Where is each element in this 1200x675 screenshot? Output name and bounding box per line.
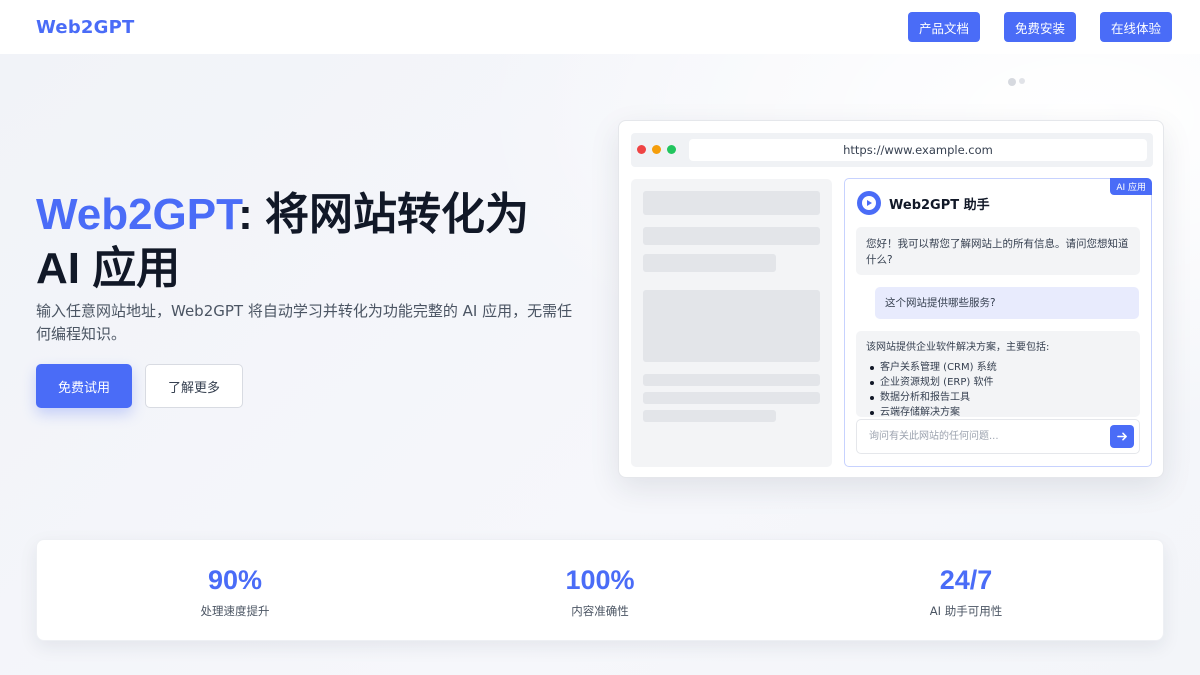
stat-value: 100% — [565, 565, 635, 595]
list-item: 云端存储解决方案 — [866, 405, 1130, 417]
list-item: 客户关系管理 (CRM) 系统 — [866, 360, 1130, 375]
list-item: 数据分析和报告工具 — [866, 390, 1130, 405]
stat-accuracy: 100% 内容准确性 — [500, 564, 700, 619]
skeleton-line — [643, 392, 820, 404]
nav-actions: 产品文档 免费安装 在线体验 — [908, 12, 1172, 42]
chat-title: Web2GPT 助手 — [889, 197, 990, 213]
arrow-right-icon — [1116, 432, 1127, 441]
learn-more-button[interactable]: 了解更多 — [145, 364, 243, 408]
window-minimize-dot — [652, 145, 661, 154]
hero-title: Web2GPT: 将网站转化为 AI 应用 — [36, 188, 596, 296]
window-close-dot — [637, 145, 646, 154]
chat-input[interactable]: 询问有关此网站的任何问题... — [856, 419, 1140, 454]
browser-mockup: https://www.example.com AI 应用 Web2GPT 助手… — [618, 120, 1164, 478]
send-button[interactable] — [1110, 425, 1134, 448]
chat-input-placeholder: 询问有关此网站的任何问题... — [869, 431, 999, 442]
website-skeleton — [631, 179, 832, 467]
window-maximize-dot — [667, 145, 676, 154]
brand-logo[interactable]: Web2GPT — [36, 17, 134, 38]
bot-answer-list: 客户关系管理 (CRM) 系统 企业资源规划 (ERP) 软件 数据分析和报告工… — [866, 360, 1130, 417]
hero-description: 输入任意网站地址，Web2GPT 将自动学习并转化为功能完整的 AI 应用，无需… — [36, 302, 573, 343]
bot-message: 您好！我可以帮您了解网站上的所有信息。请问您想知道什么? — [856, 227, 1140, 275]
hero-title-line1: : 将网站转化为 — [238, 190, 530, 239]
top-nav: Web2GPT 产品文档 免费安装 在线体验 — [0, 0, 1200, 54]
hero-title-line2: AI 应用 — [36, 244, 181, 293]
decorative-dots — [1008, 78, 1025, 86]
ai-chat-panel: AI 应用 Web2GPT 助手 您好！我可以帮您了解网站上的所有信息。请问您想… — [844, 178, 1152, 467]
stat-speed: 90% 处理速度提升 — [135, 564, 335, 619]
hero-title-accent: Web2GPT — [36, 190, 239, 239]
stat-label: 处理速度提升 — [200, 604, 270, 618]
user-message: 这个网站提供哪些服务? — [875, 287, 1139, 319]
stat-availability: 24/7 AI 助手可用性 — [866, 564, 1066, 619]
stat-label: AI 助手可用性 — [929, 604, 1003, 618]
hero-cta-group: 免费试用 了解更多 — [36, 364, 243, 408]
chat-header: Web2GPT 助手 — [857, 191, 990, 215]
bot-answer-intro: 该网站提供企业软件解决方案，主要包括: — [866, 342, 1050, 353]
browser-address-bar: https://www.example.com — [631, 133, 1153, 167]
stat-label: 内容准确性 — [571, 604, 629, 618]
ai-app-badge: AI 应用 — [1110, 178, 1152, 195]
stat-value: 24/7 — [939, 565, 993, 595]
online-trial-button[interactable]: 在线体验 — [1100, 12, 1172, 42]
stat-value: 90% — [207, 565, 263, 595]
skeleton-block — [643, 191, 820, 215]
url-field: https://www.example.com — [689, 139, 1147, 161]
bot-message: 该网站提供企业软件解决方案，主要包括: 客户关系管理 (CRM) 系统 企业资源… — [856, 331, 1140, 417]
skeleton-line — [643, 227, 820, 245]
free-trial-button[interactable]: 免费试用 — [36, 364, 132, 408]
skeleton-line — [643, 374, 820, 386]
list-item: 企业资源规划 (ERP) 软件 — [866, 375, 1130, 390]
docs-button[interactable]: 产品文档 — [908, 12, 980, 42]
free-install-button[interactable]: 免费安装 — [1004, 12, 1076, 42]
stats-panel: 90% 处理速度提升 100% 内容准确性 24/7 AI 助手可用性 — [36, 539, 1164, 641]
skeleton-image — [643, 290, 820, 362]
skeleton-line — [643, 410, 776, 422]
play-circle-icon — [857, 191, 881, 215]
skeleton-line — [643, 254, 776, 272]
